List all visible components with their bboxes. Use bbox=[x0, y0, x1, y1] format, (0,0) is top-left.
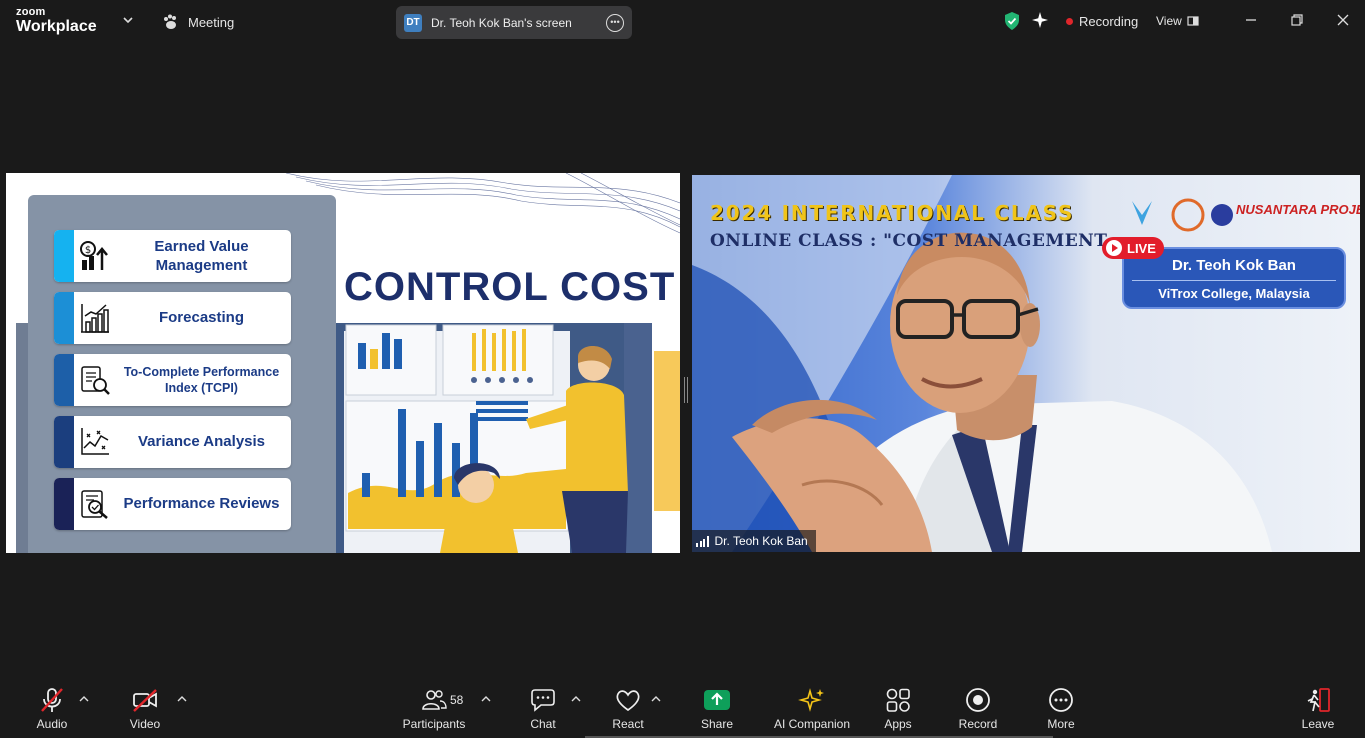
speaker-name: Dr. Teoh Kok Ban bbox=[1172, 257, 1296, 274]
video-button[interactable]: Video bbox=[122, 680, 168, 738]
meeting-menu[interactable]: Meeting bbox=[162, 12, 234, 32]
audio-button[interactable]: Audio bbox=[28, 680, 76, 738]
ai-sparkle-icon bbox=[798, 688, 824, 712]
recording-label: Recording bbox=[1079, 13, 1139, 29]
top-bar: zoom Workplace Meeting DT Dr. Teoh Kok B… bbox=[0, 0, 1365, 44]
camera-off-icon bbox=[133, 689, 157, 712]
topic-tcpi: To-Complete Performance Index (TCPI) bbox=[54, 354, 291, 406]
topic-label: Forecasting bbox=[158, 309, 245, 327]
slide-title: CONTROL COST bbox=[344, 265, 676, 309]
play-icon bbox=[1106, 240, 1122, 256]
class-banner-title: 2024 INTERNATIONAL CLASS bbox=[710, 201, 1075, 225]
topic-forecasting: Forecasting bbox=[54, 292, 291, 344]
react-options-caret-icon[interactable] bbox=[650, 694, 662, 704]
shared-screen[interactable]: $ Earned Value Management Forecasting To… bbox=[6, 173, 680, 553]
speaker-org: ViTrox College, Malaysia bbox=[1158, 286, 1310, 301]
more-icon bbox=[1049, 688, 1073, 712]
bar-growth-icon bbox=[81, 304, 109, 333]
chat-options-caret-icon[interactable] bbox=[570, 694, 582, 704]
view-label: View bbox=[1156, 14, 1182, 28]
share-label: Share bbox=[700, 717, 734, 731]
participant-nametag: Dr. Teoh Kok Ban bbox=[692, 530, 816, 552]
participant-name: Dr. Teoh Kok Ban bbox=[714, 534, 808, 548]
more-options-icon[interactable]: ••• bbox=[606, 13, 624, 32]
audio-label: Audio bbox=[36, 717, 68, 731]
sparkle-icon[interactable] bbox=[1031, 11, 1049, 29]
meeting-toolbar: Audio Video Participants 58 Chat React S… bbox=[0, 680, 1365, 738]
participants-label: Participants bbox=[402, 717, 466, 731]
money-up-icon: $ bbox=[80, 241, 108, 270]
share-button[interactable]: Share bbox=[698, 680, 736, 738]
leave-label: Leave bbox=[1301, 717, 1335, 731]
recording-dot-icon bbox=[1066, 17, 1073, 25]
live-label: LIVE bbox=[1127, 240, 1156, 256]
apps-label: Apps bbox=[884, 717, 912, 731]
apps-button[interactable]: Apps bbox=[880, 680, 916, 738]
heart-icon bbox=[616, 690, 640, 712]
leave-button[interactable]: Leave bbox=[1298, 680, 1338, 738]
view-menu[interactable]: View bbox=[1156, 10, 1199, 32]
paw-icon bbox=[164, 14, 176, 29]
audio-options-caret-icon[interactable] bbox=[78, 694, 90, 704]
brand-line2: Workplace bbox=[16, 18, 97, 35]
video-options-caret-icon[interactable] bbox=[176, 694, 188, 704]
shield-check-icon[interactable] bbox=[1003, 11, 1021, 31]
layout-icon bbox=[1187, 16, 1199, 26]
topic-label: To-Complete Performance Index (TCPI) bbox=[123, 364, 280, 395]
split-view-handle[interactable] bbox=[684, 377, 688, 403]
more-label: More bbox=[1047, 717, 1075, 731]
meeting-label: Meeting bbox=[188, 14, 235, 30]
apps-icon bbox=[886, 688, 910, 712]
minimize-icon[interactable] bbox=[1243, 12, 1259, 28]
topic-variance: Variance Analysis bbox=[54, 416, 291, 468]
topic-label: Variance Analysis bbox=[137, 433, 266, 451]
leave-door-icon bbox=[1307, 688, 1330, 712]
scatter-chart-icon bbox=[81, 428, 109, 455]
close-icon[interactable] bbox=[1335, 12, 1351, 28]
more-button[interactable]: More bbox=[1042, 680, 1080, 738]
chat-label: Chat bbox=[530, 717, 556, 731]
recording-indicator[interactable]: Recording bbox=[1066, 10, 1138, 32]
topic-earned-value: $ Earned Value Management bbox=[54, 230, 291, 282]
ai-companion-button[interactable]: AI Companion bbox=[770, 680, 854, 738]
screen-share-pill[interactable]: DT Dr. Teoh Kok Ban's screen ••• bbox=[396, 6, 632, 39]
react-label: React bbox=[612, 717, 644, 731]
mic-muted-icon bbox=[41, 688, 63, 712]
record-button[interactable]: Record bbox=[956, 680, 1000, 738]
video-label: Video bbox=[129, 717, 161, 731]
screen-share-label: Dr. Teoh Kok Ban's screen bbox=[431, 15, 572, 30]
participants-count: 58 bbox=[450, 693, 464, 707]
chat-button[interactable]: Chat bbox=[524, 680, 562, 738]
participants-options-caret-icon[interactable] bbox=[480, 694, 492, 704]
ai-companion-label: AI Companion bbox=[773, 717, 851, 731]
record-label: Record bbox=[958, 717, 998, 731]
topic-label: Performance Reviews bbox=[123, 495, 280, 513]
document-magnify-icon bbox=[81, 490, 108, 519]
react-button[interactable]: React bbox=[608, 680, 648, 738]
record-icon bbox=[966, 688, 990, 712]
screen-avatar: DT bbox=[404, 13, 422, 32]
chevron-down-icon[interactable] bbox=[120, 12, 136, 28]
participants-button[interactable]: Participants bbox=[398, 680, 470, 738]
signal-bars-icon bbox=[696, 535, 709, 547]
share-screen-icon bbox=[704, 690, 730, 710]
participants-icon bbox=[422, 690, 447, 710]
participant-video[interactable]: 2024 INTERNATIONAL CLASS ONLINE CLASS : … bbox=[692, 175, 1360, 552]
chat-icon bbox=[531, 689, 555, 712]
class-banner-subtitle: ONLINE CLASS : "COST MANAGEMENT bbox=[710, 231, 1108, 251]
topic-label: Earned Value Management bbox=[154, 237, 249, 275]
zoom-logo: zoom Workplace bbox=[16, 7, 97, 35]
svg-text:$: $ bbox=[85, 245, 91, 256]
report-search-icon bbox=[81, 366, 110, 395]
restore-icon[interactable] bbox=[1289, 12, 1305, 28]
topic-performance-reviews: Performance Reviews bbox=[54, 478, 291, 530]
org-label: NUSANTARA PROJECT bbox=[1236, 202, 1360, 217]
brand-line1: zoom bbox=[16, 6, 46, 18]
live-badge: LIVE bbox=[1102, 237, 1164, 259]
